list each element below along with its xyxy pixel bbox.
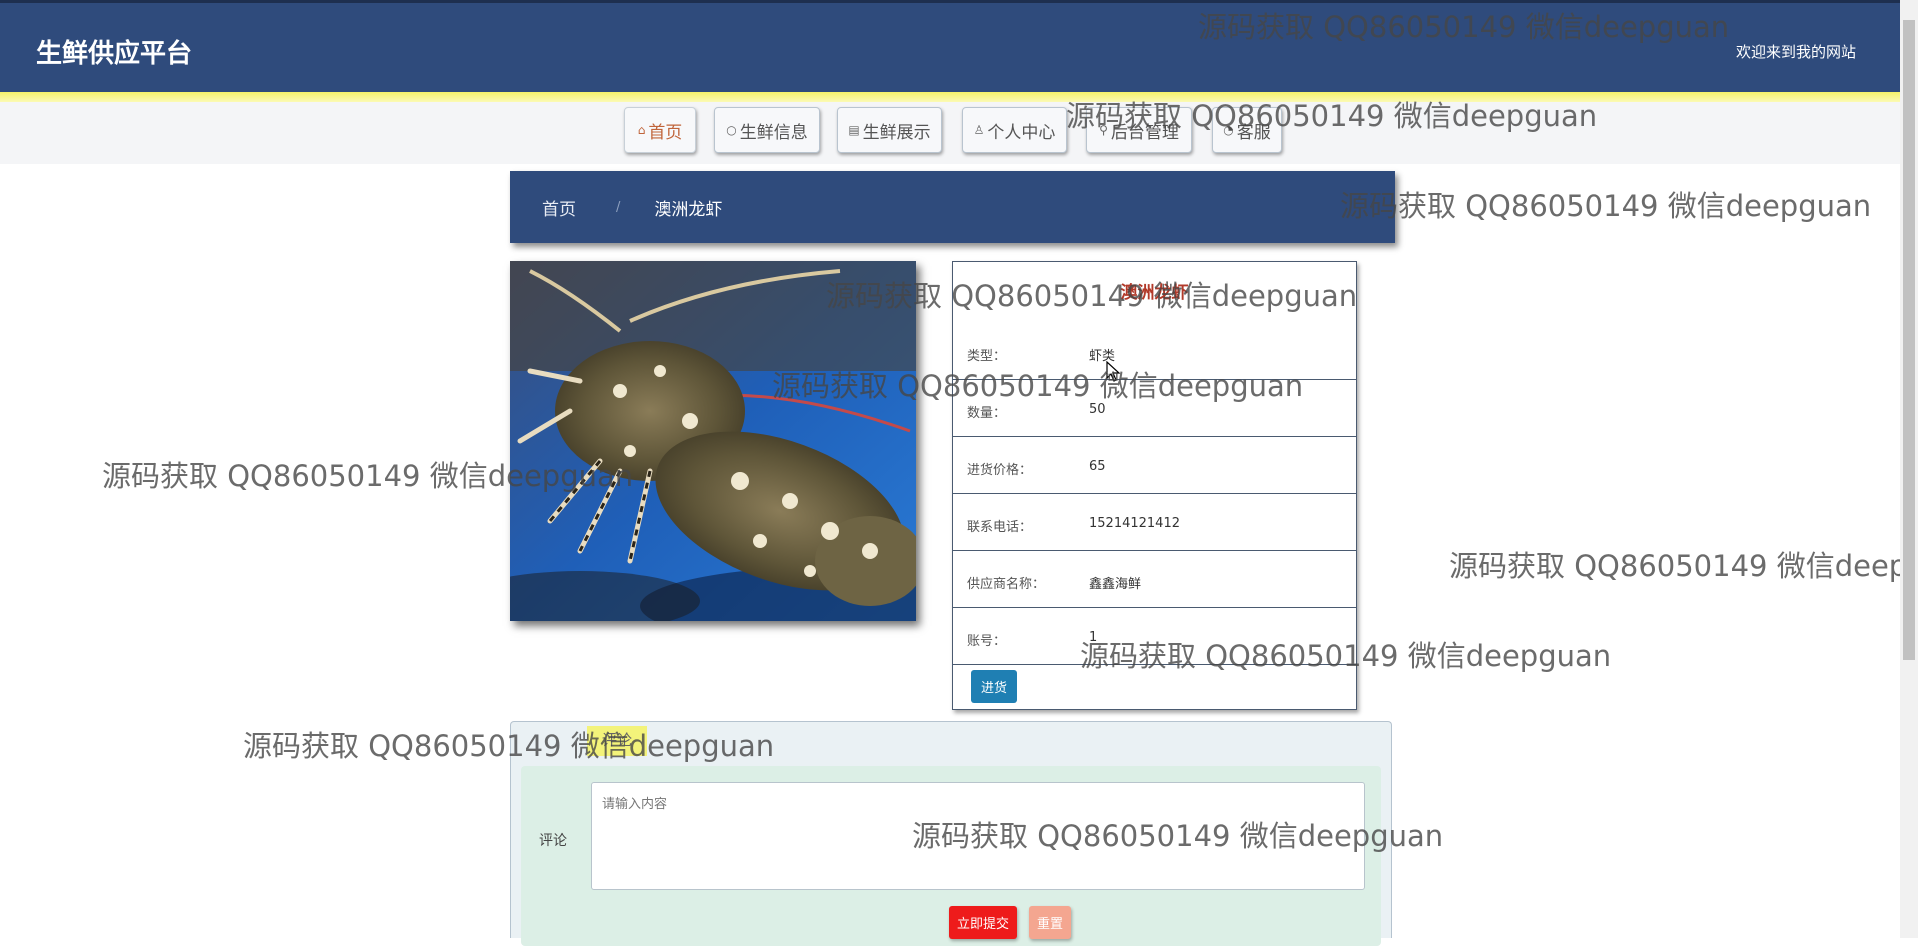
watermark-text: 源码获取 QQ86050149 微信deepguan [1449,549,1900,583]
field-label: 数量： [967,406,1007,421]
field-price-row: 进货价格： 65 [953,437,1356,494]
watermark-text: 源码获取 QQ86050149 微信deepguan [1340,189,1872,223]
field-supplier-row: 供应商名称： 鑫鑫海鲜 [953,551,1356,608]
nav-label: 首页 [648,122,683,143]
submit-button[interactable]: 立即提交 [949,906,1017,939]
reset-button[interactable]: 重置 [1029,906,1071,939]
lobster-illustration [510,261,916,621]
circle-icon: ○ [726,123,737,137]
comment-tab[interactable]: 评论 [587,726,647,756]
field-value: 65 [1089,459,1106,474]
field-label: 账号： [967,634,1007,649]
breadcrumb: 首页 / 澳洲龙虾 [510,171,1395,243]
nav-label: 客服 [1236,122,1271,143]
purchase-button[interactable]: 进货 [971,670,1017,703]
field-label: 联系电话： [967,520,1033,535]
nav-fresh-info[interactable]: ○ 生鲜信息 [714,107,820,153]
comment-form: 评论 立即提交 重置 [521,766,1381,946]
comment-field-label: 评论 [539,833,567,849]
breadcrumb-home-link[interactable]: 首页 [542,195,576,220]
nav-admin[interactable]: ⚲ 后台管理 [1086,107,1192,153]
site-header: 生鲜供应平台 欢迎来到我的网站 [0,0,1900,92]
field-value: 鑫鑫海鲜 [1089,577,1142,592]
document-icon: ▤ [848,123,860,137]
nav-fresh-display[interactable]: ▤ 生鲜展示 [837,107,942,153]
home-icon: ⌂ [637,123,646,137]
breadcrumb-current: 澳洲龙虾 [654,199,723,220]
field-value: 1 [1089,630,1098,645]
cursor-arrow-icon [1106,360,1121,382]
field-label: 类型： [967,349,1007,364]
nav-label: 生鲜展示 [862,122,931,143]
welcome-text: 欢迎来到我的网站 [1735,43,1856,61]
product-image [510,261,916,621]
link-icon: ⚲ [1099,123,1108,137]
chat-icon: ◔ [1223,123,1234,137]
page-scrollbar-thumb[interactable] [1903,20,1915,660]
field-quantity-row: 数量： 50 [953,380,1356,437]
field-value: 15214121412 [1089,516,1180,531]
breadcrumb-separator: / [616,199,621,215]
nav-label: 后台管理 [1110,122,1179,143]
product-detail-card: 澳洲龙虾 类型： 虾类 数量： 50 进货价格： 65 联系电话： 152141… [952,261,1357,710]
field-type-row: 类型： 虾类 [953,323,1356,380]
nav-label: 生鲜信息 [739,122,808,143]
nav-home[interactable]: ⌂ 首页 [624,107,696,153]
field-value: 50 [1089,402,1106,417]
field-label: 供应商名称： [967,577,1046,592]
field-label: 进货价格： [967,463,1033,478]
nav-customer-service[interactable]: ◔ 客服 [1212,107,1282,153]
nav-band [0,102,1900,164]
field-account-row: 账号： 1 [953,608,1356,665]
header-accent-stripe [0,92,1900,102]
site-title[interactable]: 生鲜供应平台 [36,33,192,70]
nav-label: 个人中心 [987,122,1056,143]
user-icon: ♙ [973,123,985,137]
nav-personal-center[interactable]: ♙ 个人中心 [962,107,1067,153]
comment-panel: 评论 评论 立即提交 重置 [510,721,1392,946]
comment-input[interactable] [591,782,1365,890]
field-phone-row: 联系电话： 15214121412 [953,494,1356,551]
